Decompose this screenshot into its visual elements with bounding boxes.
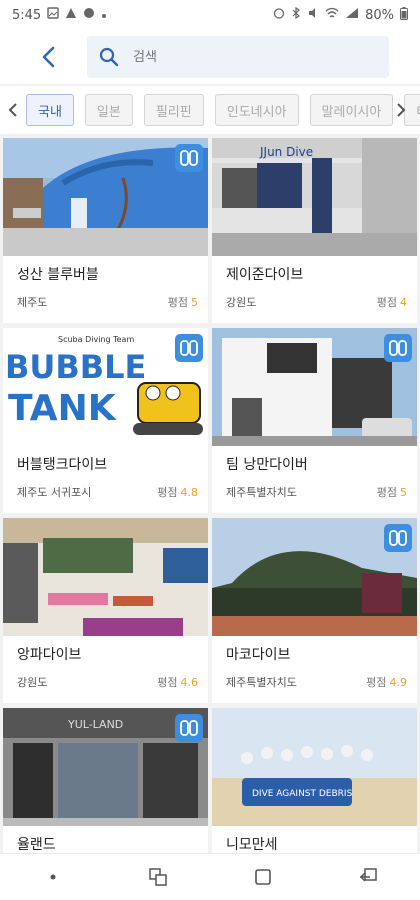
- shop-region: 강원도: [17, 676, 48, 689]
- shop-rating: 평점 5: [168, 294, 198, 310]
- rating-value: 4.8: [180, 486, 199, 499]
- mute-icon: [307, 7, 319, 23]
- shop-photo: JJun Dive: [212, 138, 417, 256]
- shop-photo: DIVE AGAINST DEBRIS: [212, 708, 417, 826]
- rating-label: 평점: [376, 296, 397, 309]
- warning-notification-icon: [65, 7, 77, 23]
- shop-card[interactable]: 마코다이브 제주특별자치도 평점 4.9: [212, 518, 417, 703]
- alarm-icon: [273, 7, 285, 23]
- shop-rating: 평점 4.6: [157, 674, 198, 690]
- yul-sign: YUL-LAND: [67, 718, 123, 731]
- shop-name: 앙파다이브: [17, 647, 82, 663]
- rating-value: 4: [400, 296, 407, 309]
- home-button[interactable]: [233, 857, 293, 897]
- chevron-right-icon: [397, 103, 406, 117]
- rating-value: 4.9: [389, 676, 408, 689]
- rating-value: 4.6: [180, 676, 199, 689]
- wifi-icon: [325, 7, 339, 23]
- shop-card[interactable]: 성산 블루버블 제주도 평점 5: [3, 138, 208, 323]
- shop-card[interactable]: JJun Dive 제이준다이브 강원도 평점 4: [212, 138, 417, 323]
- rating-value: 5: [191, 296, 198, 309]
- shop-photo: [3, 518, 208, 636]
- chip-indonesia[interactable]: 인도네시아: [214, 94, 299, 126]
- chevron-left-icon: [8, 103, 17, 117]
- battery-icon: [400, 6, 408, 24]
- battery-text: 80%: [365, 7, 394, 23]
- shop-rating: 평점 5: [377, 484, 407, 500]
- rating-label: 평점: [376, 486, 397, 499]
- shop-region: 제주도 서귀포시: [17, 486, 92, 499]
- shop-name: 니모만세: [226, 837, 278, 853]
- dive-logo-icon: [175, 714, 203, 742]
- region-chip-list: 국내 일본 필리핀 인도네시아 말레이시아 태: [26, 94, 420, 126]
- shop-name: 제이준다이브: [226, 267, 304, 283]
- gallery-notification-icon: [47, 7, 59, 23]
- message-notification-icon: [83, 7, 95, 23]
- dive-logo-icon: [175, 144, 203, 172]
- shop-name: 마코다이브: [226, 647, 291, 663]
- shop-rating: 평점 4.8: [157, 484, 198, 500]
- chips-scroll-right-button[interactable]: [388, 86, 414, 134]
- chip-domestic[interactable]: 국내: [26, 94, 74, 126]
- search-bar[interactable]: [87, 36, 389, 78]
- dive-logo-icon: [384, 524, 412, 552]
- back-button[interactable]: [24, 30, 74, 84]
- shop-name: 율랜드: [17, 837, 56, 853]
- status-bar: 5:45 80%: [0, 0, 420, 30]
- search-input[interactable]: [133, 49, 363, 65]
- signal-icon: [345, 7, 359, 23]
- jjun-sign: JJun Dive: [259, 145, 313, 159]
- dive-logo-icon: [175, 334, 203, 362]
- shop-region: 제주특별자치도: [226, 486, 297, 499]
- chip-philippines[interactable]: 필리핀: [143, 94, 204, 126]
- shop-region: 제주도: [17, 296, 48, 309]
- region-filter-bar: 국내 일본 필리핀 인도네시아 말레이시아 태: [0, 86, 420, 134]
- system-navigation-bar: [0, 853, 420, 900]
- chip-malaysia[interactable]: 말레이시아: [309, 94, 394, 126]
- search-icon: [99, 47, 119, 67]
- bubble-subtitle: Scuba Diving Team: [58, 335, 134, 344]
- dot-icon: [50, 874, 55, 880]
- rating-label: 평점: [366, 676, 387, 689]
- recent-apps-button[interactable]: [128, 857, 188, 897]
- rating-label: 평점: [157, 676, 178, 689]
- status-time: 5:45: [12, 7, 42, 23]
- more-notifications-dot-icon: [101, 8, 107, 23]
- back-nav-button[interactable]: [338, 857, 398, 897]
- shop-card[interactable]: 팀 낭만다이버 제주특별자치도 평점 5: [212, 328, 417, 513]
- nav-hint-dot-button[interactable]: [23, 857, 83, 897]
- bubble-word: BUBBLE: [5, 348, 146, 386]
- bluetooth-icon: [291, 6, 301, 23]
- dive-logo-icon: [384, 334, 412, 362]
- shop-card[interactable]: Scuba Diving Team BUBBLE TANK 버블탱크다이브 제주…: [3, 328, 208, 513]
- shop-card[interactable]: YUL-LAND 율랜드: [3, 708, 208, 853]
- tank-word: TANK: [8, 388, 117, 429]
- shop-region: 제주특별자치도: [226, 676, 297, 689]
- back-arrow-icon: [42, 46, 55, 68]
- shop-name: 버블탱크다이브: [17, 457, 108, 473]
- shop-name: 성산 블루버블: [17, 267, 99, 283]
- dive-banner: DIVE AGAINST DEBRIS: [252, 789, 353, 799]
- dive-shop-grid: 성산 블루버블 제주도 평점 5 JJun Dive 제이준다이브 강원도 평점 4: [3, 138, 417, 853]
- shop-rating: 평점 4.9: [366, 674, 407, 690]
- shop-card[interactable]: 앙파다이브 강원도 평점 4.6: [3, 518, 208, 703]
- rating-label: 평점: [157, 486, 178, 499]
- back-nav-icon: [359, 868, 377, 882]
- chips-scroll-left-button[interactable]: [0, 86, 26, 134]
- shop-name: 팀 낭만다이버: [226, 457, 308, 473]
- shop-region: 강원도: [226, 296, 257, 309]
- rating-label: 평점: [167, 296, 188, 309]
- home-square-icon: [254, 869, 271, 885]
- shop-card[interactable]: DIVE AGAINST DEBRIS 니모만세: [212, 708, 417, 853]
- shop-rating: 평점 4: [377, 294, 407, 310]
- rating-value: 5: [400, 486, 407, 499]
- recent-apps-icon: [148, 868, 167, 886]
- chip-japan[interactable]: 일본: [84, 94, 133, 126]
- top-app-bar: [0, 30, 420, 84]
